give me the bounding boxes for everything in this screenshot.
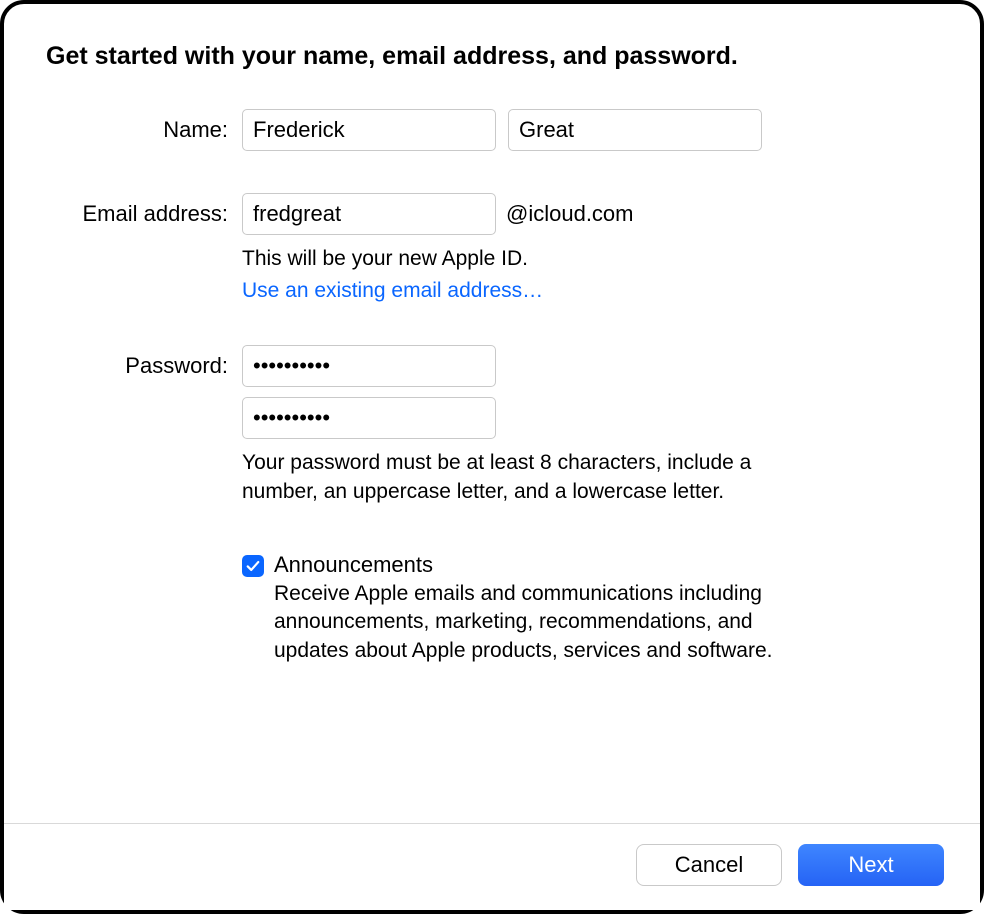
announcements-checkbox[interactable] bbox=[242, 555, 264, 577]
email-hint: This will be your new Apple ID. bbox=[242, 245, 772, 273]
first-name-input[interactable] bbox=[242, 109, 496, 151]
page-heading: Get started with your name, email addres… bbox=[46, 42, 938, 71]
name-label: Name: bbox=[46, 109, 242, 143]
password-label: Password: bbox=[46, 345, 242, 379]
use-existing-email-link[interactable]: Use an existing email address… bbox=[242, 279, 938, 303]
announcements-description: Receive Apple emails and communications … bbox=[274, 580, 784, 665]
password-hint: Your password must be at least 8 charact… bbox=[242, 449, 772, 506]
last-name-input[interactable] bbox=[508, 109, 762, 151]
password-input[interactable] bbox=[242, 345, 496, 387]
email-label: Email address: bbox=[46, 193, 242, 227]
email-input[interactable] bbox=[242, 193, 496, 235]
email-suffix: @icloud.com bbox=[506, 201, 634, 227]
password-confirm-input[interactable] bbox=[242, 397, 496, 439]
cancel-button[interactable]: Cancel bbox=[636, 844, 782, 886]
checkmark-icon bbox=[246, 559, 260, 573]
announcements-title: Announcements bbox=[274, 552, 938, 578]
next-button[interactable]: Next bbox=[798, 844, 944, 886]
footer: Cancel Next bbox=[4, 823, 980, 910]
